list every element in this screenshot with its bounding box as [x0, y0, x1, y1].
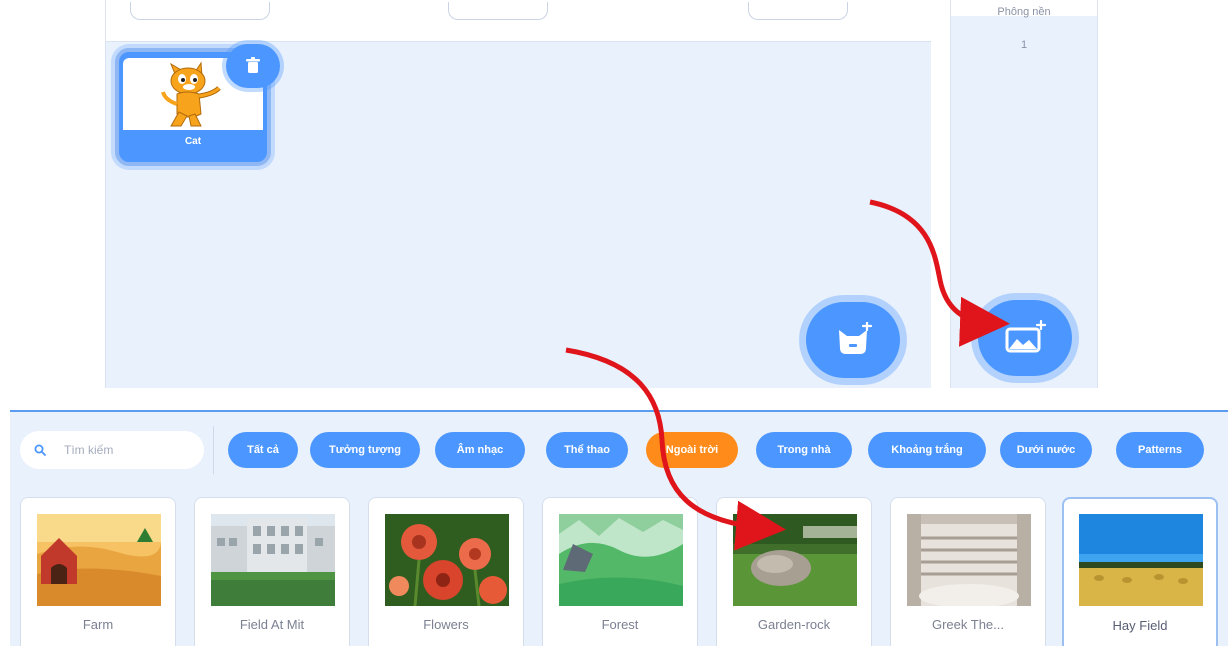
choose-backdrop-button[interactable] — [978, 300, 1072, 376]
category-chip[interactable]: Thể thao — [546, 432, 628, 468]
backdrop-card-flowers[interactable]: Flowers — [368, 497, 524, 646]
category-chip[interactable]: Âm nhạc — [435, 432, 525, 468]
backdrop-name: Farm — [82, 617, 114, 632]
category-chip[interactable]: Tưởng tượng — [310, 432, 420, 468]
backdrop-name: Greek The... — [931, 617, 1004, 632]
category-chip[interactable]: Tất cả — [228, 432, 298, 468]
backdrop-card-farm[interactable]: Farm — [20, 497, 176, 646]
backdrop-thumbnail — [211, 514, 335, 606]
search-divider — [213, 426, 214, 474]
backdrop-thumbnail — [733, 514, 857, 606]
sprite-direction-field[interactable] — [748, 2, 848, 20]
backdrop-card-garden-rock[interactable]: Garden-rock — [716, 497, 872, 646]
category-chip[interactable]: Dưới nước — [1000, 432, 1092, 468]
choose-sprite-icon — [839, 322, 873, 354]
backdrop-name: Forest — [601, 617, 639, 632]
backdrop-grid: Farm Field At Mit Flowers Forest Garden-… — [10, 486, 1228, 646]
category-chip[interactable]: Patterns — [1116, 432, 1204, 468]
backdrop-card-greek-theater[interactable]: Greek The... — [890, 497, 1046, 646]
backdrop-name: Garden-rock — [757, 617, 831, 632]
trash-icon — [246, 57, 260, 73]
backdrop-library-header: Tất cả Tưởng tượng Âm nhạc Thể thao Ngoài tr… — [10, 410, 1228, 486]
backdrop-name: Flowers — [423, 617, 469, 632]
choose-backdrop-icon — [1005, 320, 1047, 353]
search-field[interactable] — [20, 431, 204, 469]
backdrop-name: Field At Mit — [239, 617, 305, 632]
sprite-info-bar — [106, 0, 932, 42]
divider — [931, 0, 950, 388]
search-icon — [34, 444, 46, 456]
backdrop-thumbnail — [385, 514, 509, 606]
backdrop-count: 1 — [1020, 39, 1028, 51]
search-input[interactable] — [64, 443, 184, 457]
category-chip[interactable]: Khoảng trắng — [868, 432, 986, 468]
backdrop-name: Hay Field — [1112, 618, 1168, 633]
category-chip[interactable]: Trong nhà — [756, 432, 852, 468]
sprite-name-field[interactable] — [130, 2, 270, 20]
delete-sprite-button[interactable] — [226, 44, 280, 88]
sprite-position-field[interactable] — [448, 2, 548, 20]
choose-sprite-button[interactable] — [806, 302, 900, 378]
backdrop-thumbnail — [37, 514, 161, 606]
backdrop-card-hay-field[interactable]: Hay Field — [1062, 497, 1218, 646]
backdrop-thumbnail — [1079, 514, 1203, 606]
backdrop-card-field-at-mit[interactable]: Field At Mit — [194, 497, 350, 646]
backdrop-thumbnail — [907, 514, 1031, 606]
backdrop-thumbnail — [559, 514, 683, 606]
sprite-name-label: Cat — [184, 136, 202, 147]
scratch-editor-screenshot: Phông nền 1 Cat Tìm kiếm Tất cả Tưởng tư… — [0, 0, 1230, 646]
backdrop-card-forest[interactable]: Forest — [542, 497, 698, 646]
backdrops-label: Phông nền — [997, 6, 1051, 18]
category-chip[interactable]: Ngoài trời — [646, 432, 738, 468]
